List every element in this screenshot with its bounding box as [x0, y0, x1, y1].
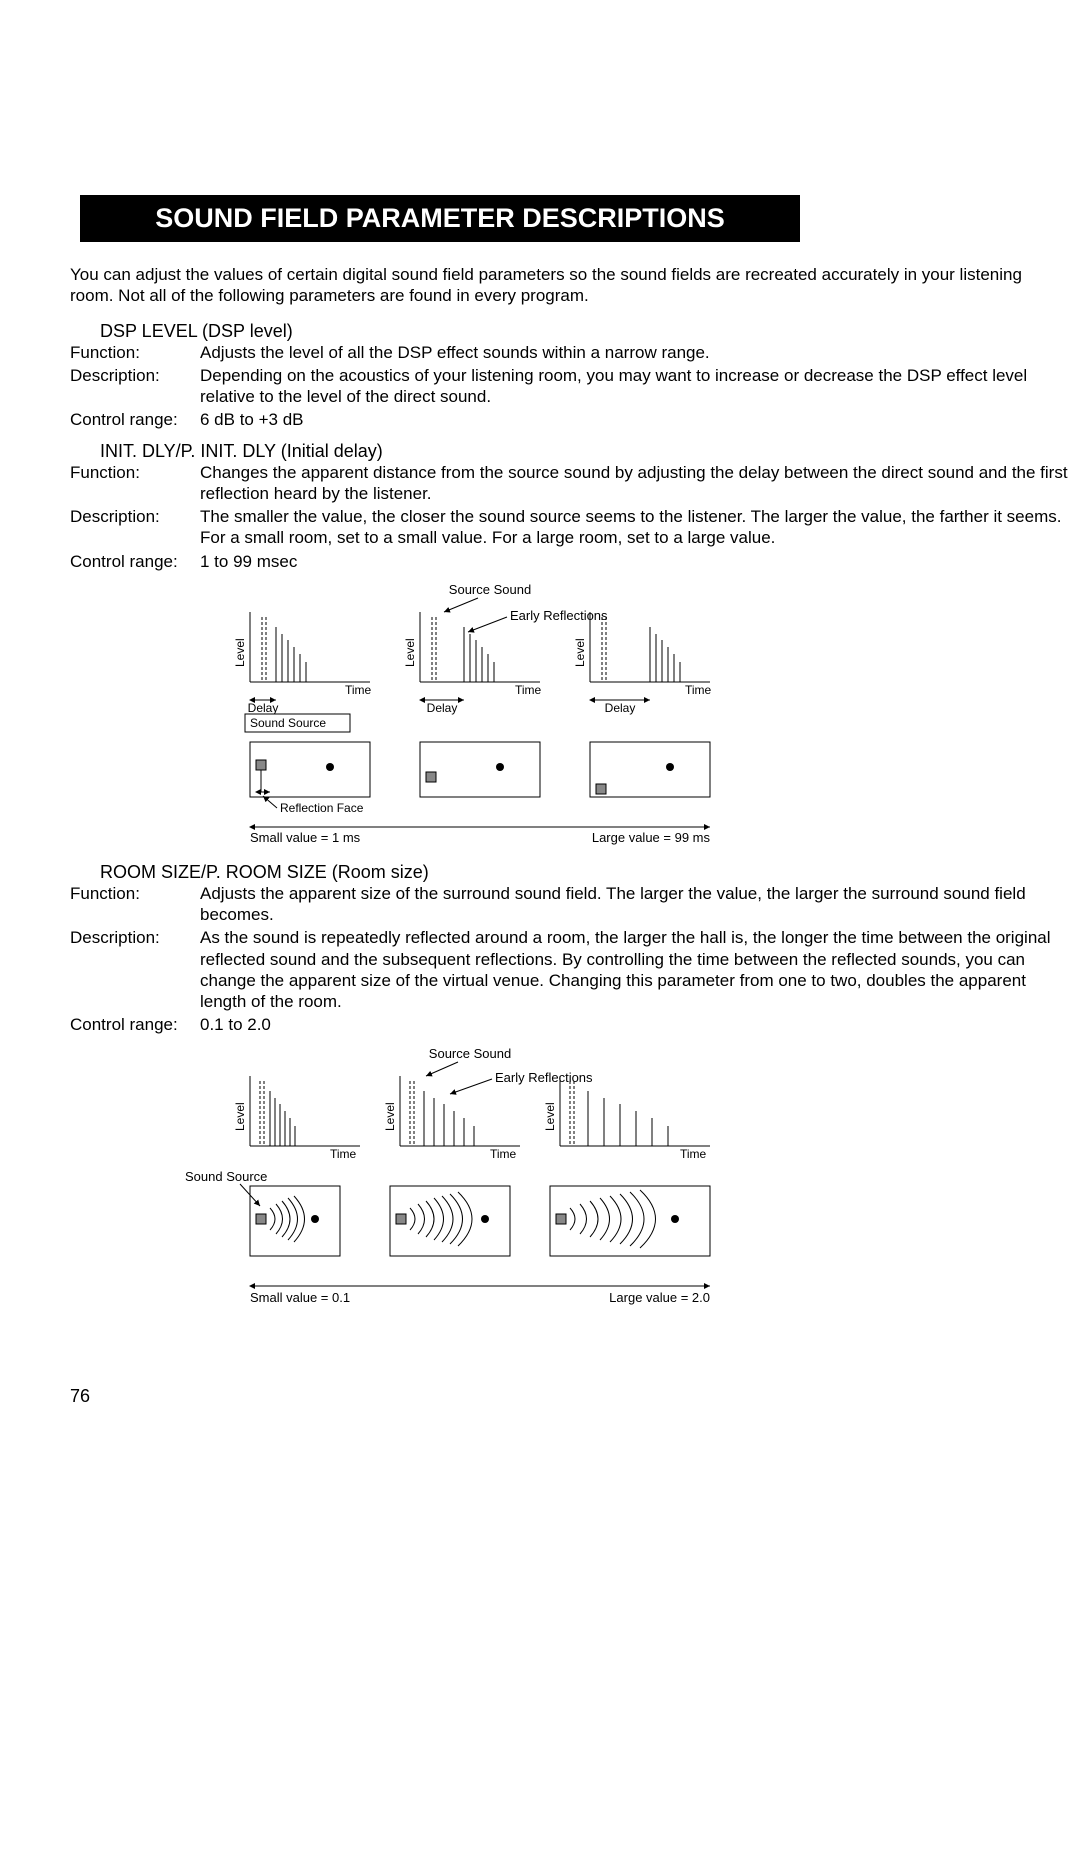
svg-text:Level: Level	[233, 638, 247, 667]
param-label: Function:	[70, 462, 200, 505]
svg-text:Large value = 2.0: Large value = 2.0	[609, 1290, 710, 1305]
param-row: Control range: 1 to 99 msec	[70, 551, 1070, 572]
param-row: Function: Changes the apparent distance …	[70, 462, 1070, 505]
param-value: Depending on the acoustics of your liste…	[200, 365, 1070, 408]
room-size-diagram: Source Sound Early Reflections Level Tim…	[130, 1046, 1070, 1326]
svg-text:Small value = 0.1: Small value = 0.1	[250, 1290, 350, 1305]
param-value: 1 to 99 msec	[200, 551, 1070, 572]
init-delay-diagram: Source Sound Early Reflections	[210, 582, 1070, 852]
page-number: 76	[70, 1386, 1070, 1407]
page-content: SOUND FIELD PARAMETER DESCRIPTIONS You c…	[0, 0, 1070, 1407]
param-row: Description: Depending on the acoustics …	[70, 365, 1070, 408]
svg-text:Time: Time	[515, 683, 542, 697]
source-sound-label: Source Sound	[449, 582, 531, 597]
param-row: Description: As the sound is repeatedly …	[70, 927, 1070, 1012]
param-value: 0.1 to 2.0	[200, 1014, 1070, 1035]
param-label: Description:	[70, 506, 200, 549]
svg-text:Level: Level	[543, 1102, 557, 1131]
svg-text:Time: Time	[685, 683, 712, 697]
svg-text:Small value = 1 ms: Small value = 1 ms	[250, 830, 361, 845]
svg-text:Delay: Delay	[248, 701, 279, 715]
svg-text:Time: Time	[345, 683, 372, 697]
param-row: Control range: 6 dB to +3 dB	[70, 409, 1070, 430]
param-label: Control range:	[70, 551, 200, 572]
param-value: The smaller the value, the closer the so…	[200, 506, 1070, 549]
early-reflections-label: Early Reflections	[510, 608, 608, 623]
svg-text:Level: Level	[383, 1102, 397, 1131]
param-value: As the sound is repeatedly reflected aro…	[200, 927, 1070, 1012]
svg-text:Delay: Delay	[605, 701, 636, 715]
svg-text:Delay: Delay	[427, 701, 458, 715]
param-value: Adjusts the apparent size of the surroun…	[200, 883, 1070, 926]
page-title: SOUND FIELD PARAMETER DESCRIPTIONS	[80, 195, 800, 242]
param-label: Function:	[70, 342, 200, 363]
param-row: Function: Adjusts the level of all the D…	[70, 342, 1070, 363]
param-label: Description:	[70, 365, 200, 408]
svg-text:Sound Source: Sound Source	[185, 1169, 267, 1184]
svg-text:Large value = 99 ms: Large value = 99 ms	[592, 830, 711, 845]
param-value: 6 dB to +3 dB	[200, 409, 1070, 430]
svg-text:Early Reflections: Early Reflections	[495, 1070, 593, 1085]
param-roomsize-title: ROOM SIZE/P. ROOM SIZE (Room size)	[100, 862, 1070, 883]
svg-text:Source Sound: Source Sound	[429, 1046, 511, 1061]
param-label: Control range:	[70, 1014, 200, 1035]
param-row: Control range: 0.1 to 2.0	[70, 1014, 1070, 1035]
param-label: Description:	[70, 927, 200, 1012]
svg-text:Sound Source: Sound Source	[250, 716, 326, 730]
svg-text:Time: Time	[490, 1147, 517, 1161]
param-label: Control range:	[70, 409, 200, 430]
svg-text:Level: Level	[573, 638, 587, 667]
param-dsp-title: DSP LEVEL (DSP level)	[100, 321, 1070, 342]
param-initdly-title: INIT. DLY/P. INIT. DLY (Initial delay)	[100, 441, 1070, 462]
param-row: Function: Adjusts the apparent size of t…	[70, 883, 1070, 926]
svg-text:Time: Time	[680, 1147, 707, 1161]
param-row: Description: The smaller the value, the …	[70, 506, 1070, 549]
svg-text:Reflection Face: Reflection Face	[280, 801, 364, 815]
param-value: Changes the apparent distance from the s…	[200, 462, 1070, 505]
intro-text: You can adjust the values of certain dig…	[70, 264, 1070, 307]
param-label: Function:	[70, 883, 200, 926]
svg-text:Level: Level	[403, 638, 417, 667]
svg-text:Time: Time	[330, 1147, 357, 1161]
svg-text:Level: Level	[233, 1102, 247, 1131]
param-value: Adjusts the level of all the DSP effect …	[200, 342, 1070, 363]
